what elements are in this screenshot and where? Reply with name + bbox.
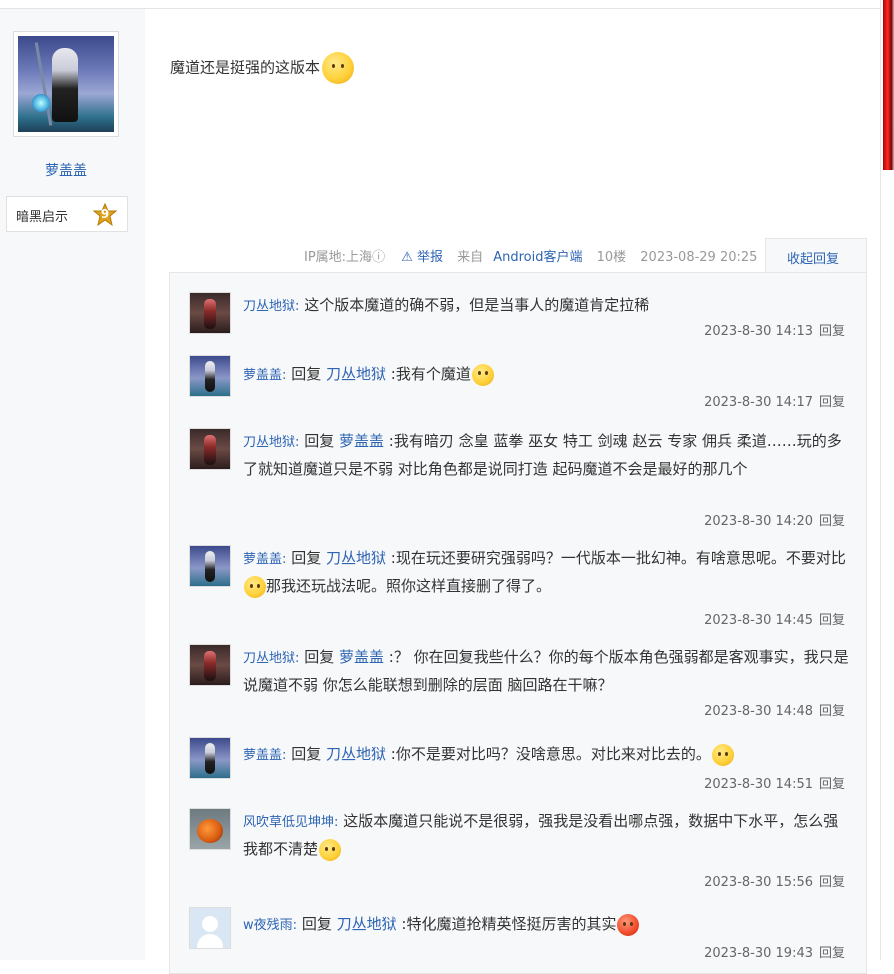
reply-button[interactable]: 回复 — [819, 946, 845, 961]
reply-to-user[interactable]: 刀丛地狱 — [326, 745, 386, 763]
reply-text: 萝盖盖: 回复 刀丛地狱 :你不是要对比吗？没啥意思。对比来对比去的。 — [243, 741, 849, 769]
sweat-emoji-icon — [244, 575, 266, 598]
mage-avatar[interactable] — [189, 355, 231, 397]
mage-avatar-image — [18, 36, 114, 132]
reply-button[interactable]: 回复 — [819, 704, 845, 719]
author-sidebar — [0, 9, 145, 960]
reply-button[interactable]: 回复 — [819, 324, 845, 339]
reply-time: 2023-8-30 14:51 — [704, 777, 813, 792]
reply-button[interactable]: 回复 — [819, 875, 845, 890]
reply-footer: 2023-8-30 14:51 回复 — [704, 773, 845, 792]
reply-text: 萝盖盖: 回复 刀丛地狱 :我有个魔道 — [243, 361, 849, 389]
report-link[interactable]: ⚠ 举报 — [401, 250, 443, 265]
reply-author[interactable]: 风吹草低见坤坤 — [243, 815, 334, 830]
mage-avatar[interactable] — [189, 737, 231, 779]
reply-text: 刀丛地狱: 回复 萝盖盖 :？ 你在回复我些什么？你的每个版本角色强弱都是客观事… — [243, 648, 849, 694]
reply-author[interactable]: 萝盖盖 — [243, 368, 282, 383]
knife-warrior-avatar[interactable] — [189, 428, 231, 470]
floor-number: 10楼 — [596, 250, 627, 265]
reply-time: 2023-8-30 14:20 — [704, 514, 813, 529]
reply-text: 萝盖盖: 回复 刀丛地狱 :现在玩还要研究强弱吗？一代版本一批幻神。有啥意思呢。… — [243, 545, 849, 599]
wind-avatar[interactable] — [189, 808, 231, 850]
reply-footer: 2023-8-30 14:48 回复 — [704, 700, 845, 719]
post-content: 魔道还是挺强的这版本 — [170, 52, 355, 84]
tongue-emoji-icon — [471, 363, 494, 386]
reply-text: 风吹草低见坤坤: 这版本魔道只能说不是很弱，强我是没看出哪点强，数据中下水平，怎… — [243, 808, 849, 862]
rank-badge-box[interactable]: 暗黑启示 9 — [6, 196, 128, 232]
reply-author[interactable]: 萝盖盖 — [243, 748, 282, 763]
reply-author[interactable]: 刀丛地狱 — [243, 299, 295, 314]
collapse-replies-button[interactable]: 收起回复 — [765, 238, 867, 273]
reply-time: 2023-8-30 14:13 — [704, 324, 813, 339]
reply-time: 2023-8-30 14:45 — [704, 613, 813, 628]
reply-time: 2023-8-30 15:56 — [704, 875, 813, 890]
post-datetime: 2023-08-29 20:25 — [640, 250, 758, 265]
right-edge-decoration — [880, 0, 894, 960]
collapse-label: 收起回复 — [787, 252, 840, 267]
knife-warrior-avatar[interactable] — [189, 644, 231, 686]
knife-warrior-avatar[interactable] — [189, 292, 231, 334]
reply-author[interactable]: 萝盖盖 — [243, 552, 282, 567]
reply-footer: 2023-8-30 14:13 回复 — [704, 320, 845, 339]
author-name[interactable]: 萝盖盖 — [0, 160, 132, 180]
reply-button[interactable]: 回复 — [819, 613, 845, 628]
shy-emoji-icon — [322, 52, 355, 84]
reply-time: 2023-8-30 14:48 — [704, 704, 813, 719]
help-icon[interactable]: ⓘ — [372, 250, 385, 265]
reply-footer: 2023-8-30 14:20 回复 — [704, 510, 845, 529]
reply-author[interactable]: 刀丛地狱 — [243, 435, 295, 450]
mage-avatar[interactable] — [189, 545, 231, 587]
red-decoration — [883, 0, 894, 170]
reply-time: 2023-8-30 14:17 — [704, 395, 813, 410]
rank-title: 暗黑启示 — [16, 210, 69, 225]
reply-text: 刀丛地狱: 这个版本魔道的确不弱，但是当事人的魔道肯定拉稀 — [243, 296, 650, 314]
author-avatar[interactable] — [13, 31, 119, 137]
sweat-emoji-icon — [319, 838, 342, 861]
level-number: 9 — [100, 207, 110, 221]
reply-to-user[interactable]: 刀丛地狱 — [326, 549, 386, 567]
default-avatar[interactable] — [189, 907, 231, 949]
client-link[interactable]: Android客户端 — [493, 250, 582, 265]
reply-to-user[interactable]: 刀丛地狱 — [337, 915, 397, 933]
reply-author[interactable]: w夜残雨 — [243, 918, 293, 933]
post-meta: IP属地:上海ⓘ ⚠ 举报 来自 Android客户端 10楼 2023-08-2… — [304, 246, 767, 265]
reply-button[interactable]: 回复 — [819, 777, 845, 792]
reply-to-user[interactable]: 萝盖盖 — [339, 648, 384, 666]
reply-author[interactable]: 刀丛地狱 — [243, 651, 295, 666]
reply-footer: 2023-8-30 14:45 回复 — [704, 609, 845, 628]
reply-to-user[interactable]: 萝盖盖 — [339, 432, 384, 450]
reply-footer: 2023-8-30 14:17 回复 — [704, 391, 845, 410]
post-text: 魔道还是挺强的这版本 — [170, 58, 321, 77]
reply-to-user[interactable]: 刀丛地狱 — [326, 365, 386, 383]
reply-text: w夜残雨: 回复 刀丛地狱 :特化魔道抢精英怪挺厉害的其实 — [243, 911, 849, 939]
reply-button[interactable]: 回复 — [819, 395, 845, 410]
reply-text: 刀丛地狱: 回复 萝盖盖 :我有暗刃 念皇 蓝拳 巫女 特工 剑魂 赵云 专家 … — [243, 432, 842, 478]
ip-location: IP属地:上海 — [304, 250, 373, 265]
client-source: 来自 Android客户端 — [457, 250, 583, 265]
reply-time: 2023-8-30 19:43 — [704, 946, 813, 961]
reply-button[interactable]: 回复 — [819, 514, 845, 529]
level-star-icon: 9 — [92, 202, 118, 227]
angry-emoji-icon — [617, 913, 640, 936]
reply-footer: 2023-8-30 19:43 回复 — [704, 942, 845, 961]
reply-footer: 2023-8-30 15:56 回复 — [704, 871, 845, 890]
doubt-emoji-icon — [711, 743, 734, 766]
